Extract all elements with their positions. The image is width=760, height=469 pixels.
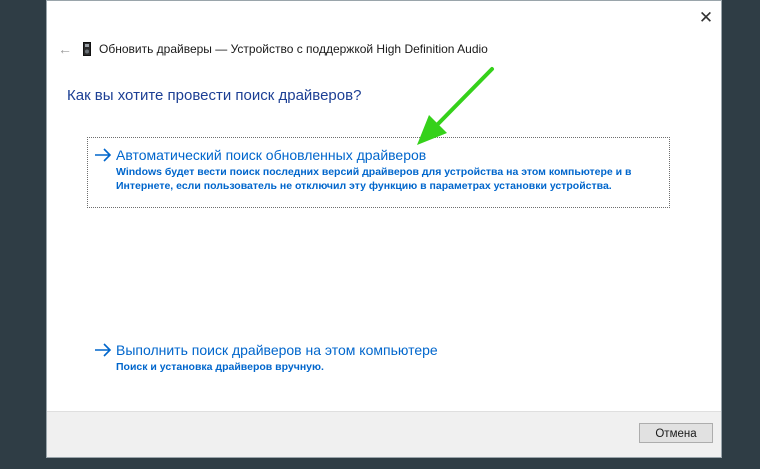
auto-search-description-line1: Windows будет вести поиск последних верс…: [116, 166, 632, 178]
dialog-footer: Отмена: [47, 411, 721, 457]
close-button[interactable]: ✕: [695, 7, 717, 29]
manual-search-title: Выполнить поиск драйверов на этом компью…: [116, 342, 438, 358]
window-header: ← Обновить драйверы — Устройство с подде…: [55, 39, 488, 59]
window-title: Обновить драйверы — Устройство с поддерж…: [99, 42, 488, 56]
back-arrow-icon: ←: [58, 41, 72, 57]
update-drivers-window: ✕ ← Обновить драйверы — Устройство с под…: [46, 0, 722, 458]
auto-search-description-line2: Интернете, если пользователь не отключил…: [116, 180, 612, 192]
auto-search-option[interactable]: Автоматический поиск обновленных драйвер…: [87, 137, 670, 208]
arrow-right-icon: [94, 146, 116, 197]
back-button[interactable]: ←: [55, 41, 75, 57]
page-heading: Как вы хотите провести поиск драйверов?: [67, 87, 362, 104]
manual-search-description: Поиск и установка драйверов вручную.: [116, 361, 324, 373]
arrow-right-icon: [94, 341, 116, 371]
audio-device-icon: [83, 42, 91, 56]
close-icon: ✕: [698, 8, 714, 27]
auto-search-title: Автоматический поиск обновленных драйвер…: [116, 147, 427, 163]
manual-search-option[interactable]: Выполнить поиск драйверов на этом компью…: [87, 332, 670, 382]
cancel-button[interactable]: Отмена: [639, 423, 713, 443]
